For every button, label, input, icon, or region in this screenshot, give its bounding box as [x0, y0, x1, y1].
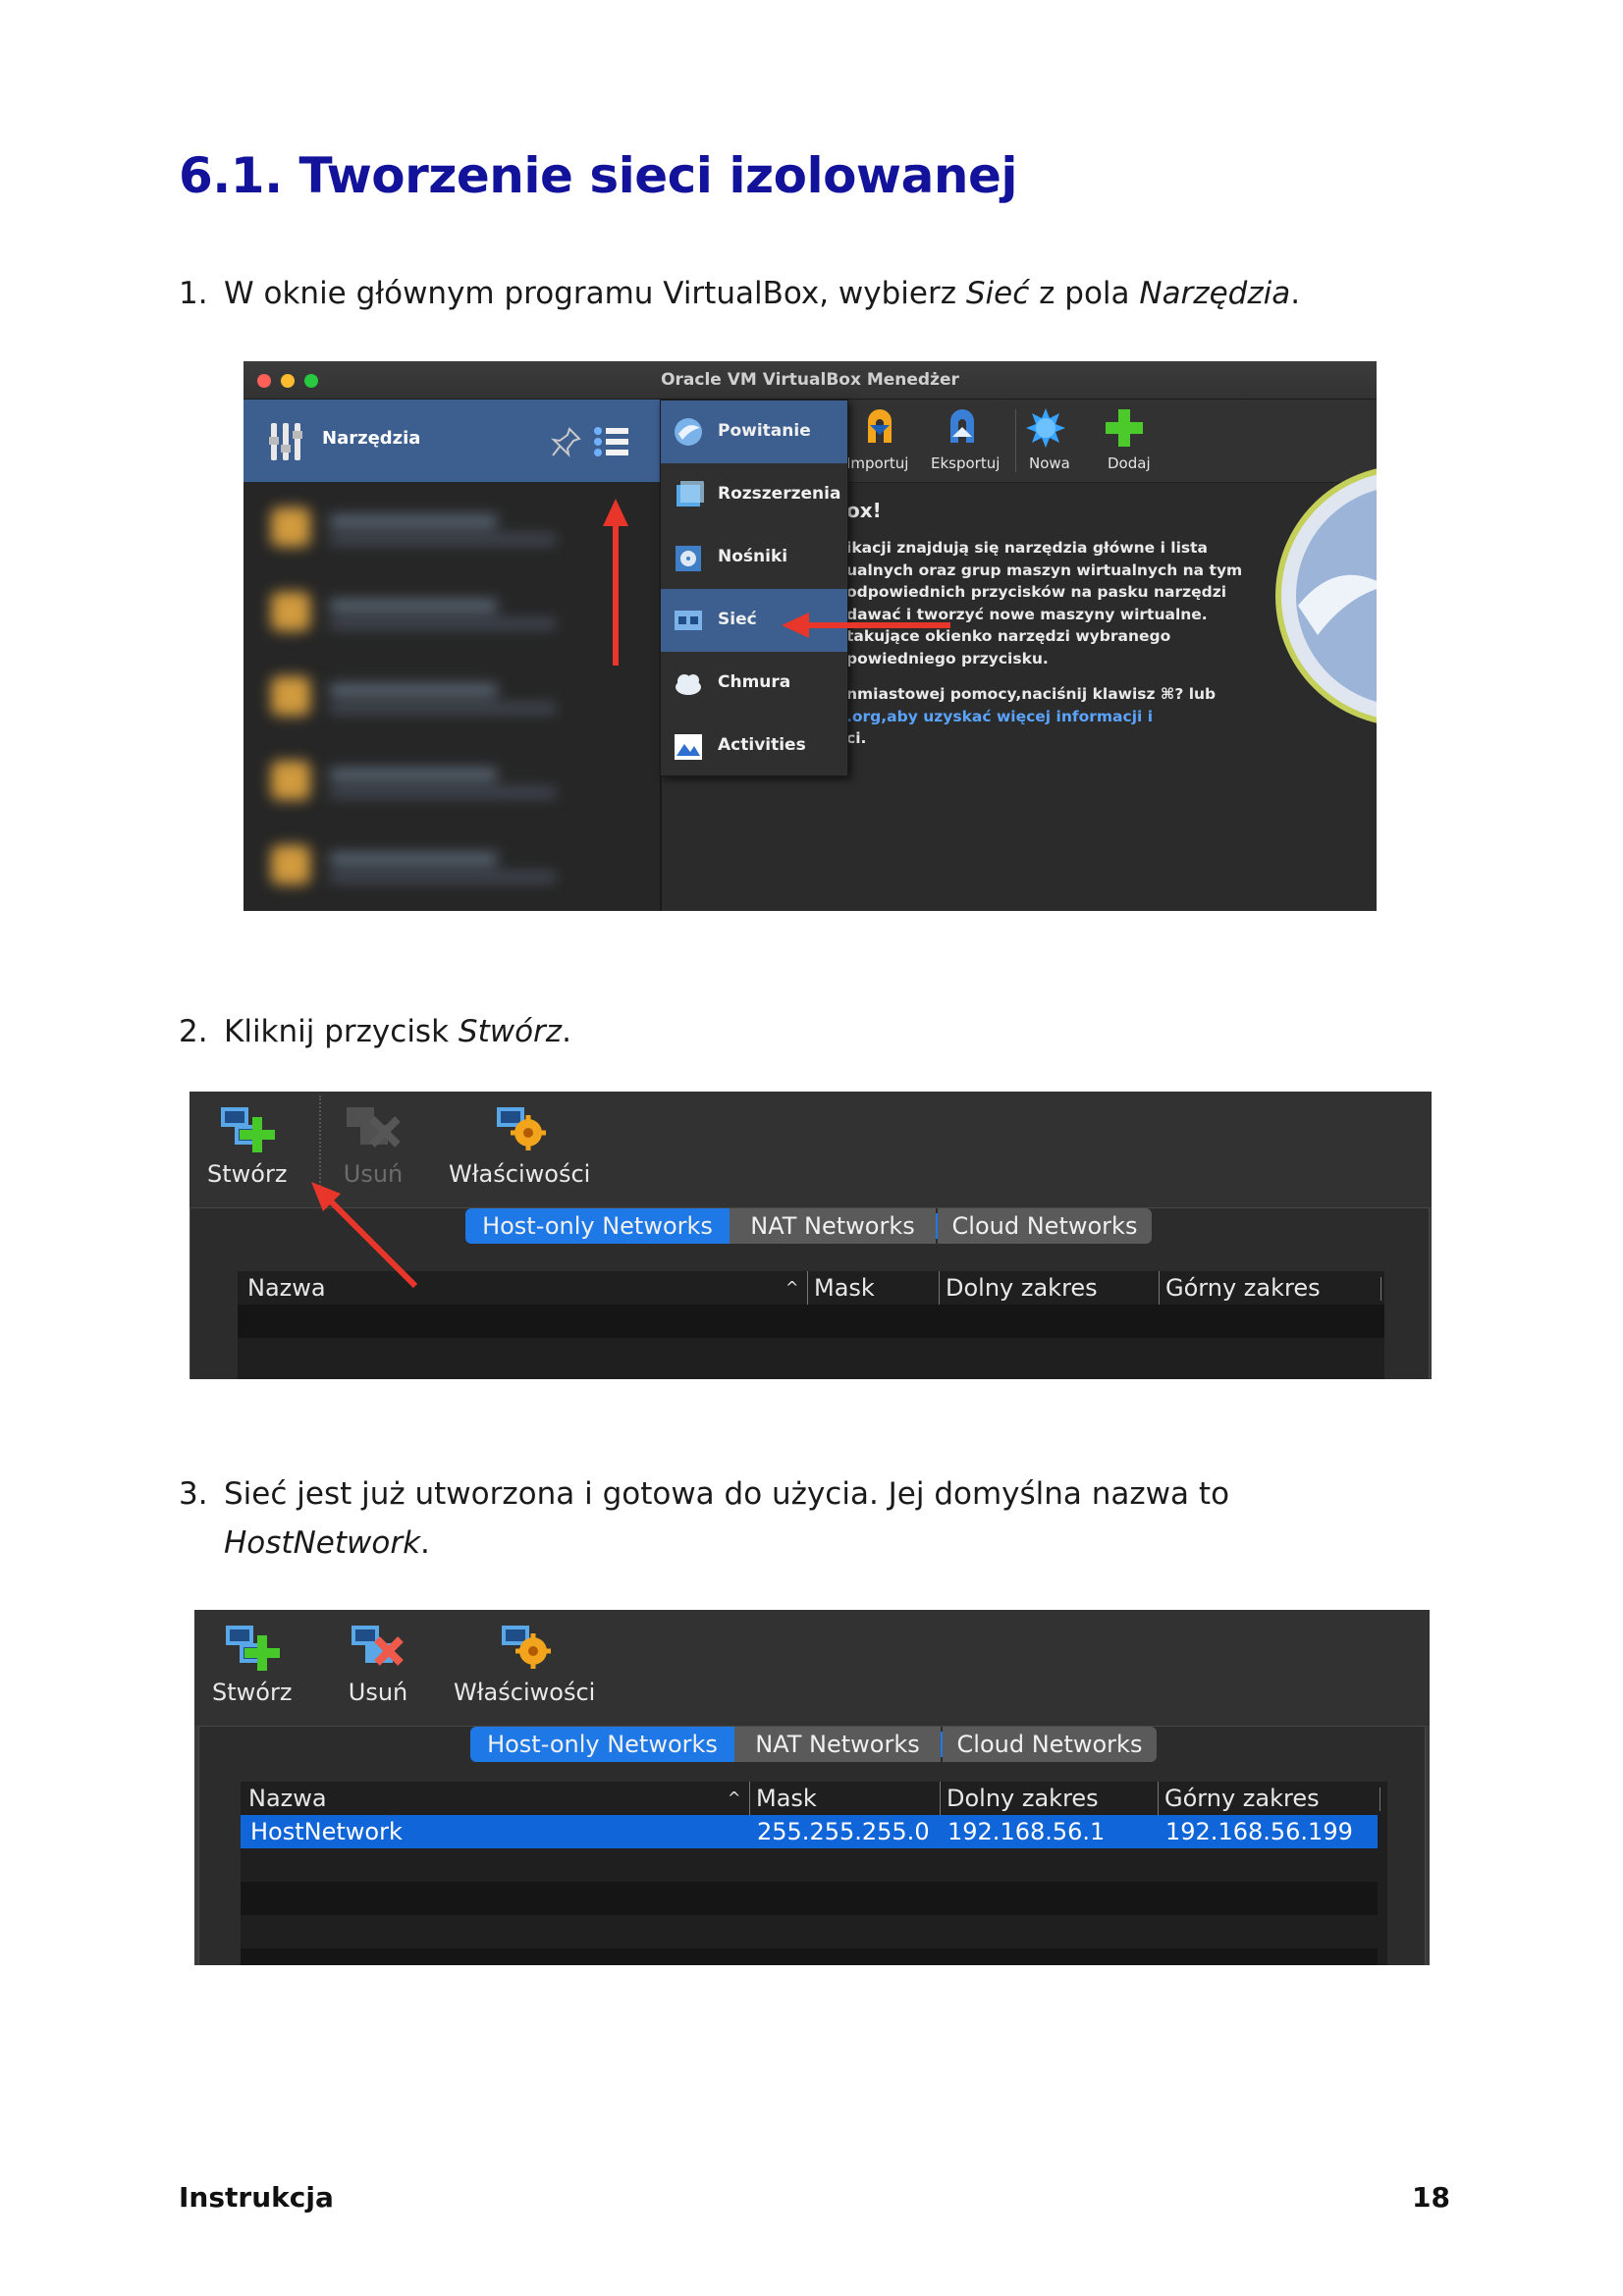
table-row[interactable]: HostNetwork 255.255.255.0 192.168.56.1 1…: [241, 1815, 1378, 1848]
create-network-icon: [225, 1626, 280, 1671]
network-toolbar: Stwórz Usuń Właściwości: [194, 1610, 1430, 1726]
step-2: 2. Kliknij przycisk Stwórz.: [179, 1007, 571, 1056]
remove-network-icon: [352, 1626, 404, 1666]
step-emphasis: HostNetwork: [224, 1525, 421, 1561]
step-text: W oknie głównym programu VirtualBox, wyb…: [224, 276, 966, 311]
properties-button[interactable]: Właściwości: [454, 1618, 595, 1706]
empty-table-row: [241, 1882, 1378, 1915]
tab-cloud-networks[interactable]: Cloud Networks: [943, 1727, 1157, 1762]
create-button[interactable]: Stwórz: [212, 1618, 292, 1706]
step-emphasis: Sieć: [965, 276, 1030, 311]
sort-ascending-icon: ^: [728, 1789, 741, 1807]
remove-button[interactable]: Usuń: [348, 1618, 408, 1706]
red-arrow-diagonal: [326, 1197, 418, 1289]
step-1: 1. W oknie głównym programu VirtualBox, w…: [179, 269, 1300, 318]
tab-nat-networks[interactable]: NAT Networks: [734, 1727, 941, 1762]
step-text: .: [420, 1525, 430, 1561]
network-manager-screenshot-empty: Stwórz Usuń Właściwości Host-only Networ…: [189, 1092, 1432, 1379]
empty-table-row: [241, 1949, 1378, 1965]
step-emphasis: Stwórz: [458, 1014, 563, 1049]
properties-icon: [502, 1626, 552, 1669]
network-manager-screenshot-created: Stwórz Usuń Właściwości Host-only Networ…: [194, 1610, 1430, 1965]
page-number: 18: [1412, 2181, 1450, 2214]
virtualbox-manager-screenshot: Oracle VM VirtualBox Menedżer Narzędzia: [243, 361, 1377, 911]
cell-network-mask: 255.255.255.0: [757, 1818, 930, 1845]
tab-host-only-networks[interactable]: Host-only Networks: [470, 1727, 734, 1762]
footer-label: Instrukcja: [179, 2181, 334, 2214]
step-number: 2.: [179, 1014, 208, 1049]
step-text: Kliknij przycisk: [224, 1014, 459, 1049]
networks-panel: Host-only Networks NAT Networks Cloud Ne…: [198, 1726, 1426, 1965]
step-text: z pola: [1029, 276, 1140, 311]
annotation-arrow: [311, 1182, 418, 1289]
step-number: 1.: [179, 276, 208, 311]
remove-label: Usuń: [348, 1679, 408, 1706]
column-header-lower-bound[interactable]: Dolny zakres: [940, 1782, 1099, 1815]
step-text: Sieć jest już utworzona i gotowa do użyc…: [224, 1476, 1230, 1512]
properties-label: Właściwości: [454, 1679, 596, 1706]
networks-table: Nazwa ^ Mask Dolny zakres Górny zakres H…: [241, 1782, 1387, 1965]
red-arrow-left-head: [782, 613, 809, 638]
annotation-arrows: [603, 499, 950, 666]
column-header-mask[interactable]: Mask: [749, 1782, 817, 1815]
red-arrow-up-head: [603, 499, 628, 526]
step-3: 3. Sieć jest już utworzona i gotowa do uż…: [179, 1469, 1229, 1568]
cell-network-name: HostNetwork: [250, 1818, 403, 1845]
section-heading: 6.1. Tworzenie sieci izolowanej: [179, 147, 1018, 204]
column-header-upper-bound[interactable]: Górny zakres: [1158, 1782, 1320, 1815]
step-text: .: [1290, 276, 1301, 311]
cell-upper-bound: 192.168.56.199: [1165, 1818, 1353, 1845]
column-header-name[interactable]: Nazwa: [248, 1782, 327, 1815]
create-label: Stwórz: [212, 1679, 293, 1706]
cell-lower-bound: 192.168.56.1: [947, 1818, 1106, 1845]
step-number: 3.: [179, 1476, 208, 1512]
step-emphasis: Narzędzia: [1139, 276, 1291, 311]
step-text: .: [562, 1014, 571, 1049]
